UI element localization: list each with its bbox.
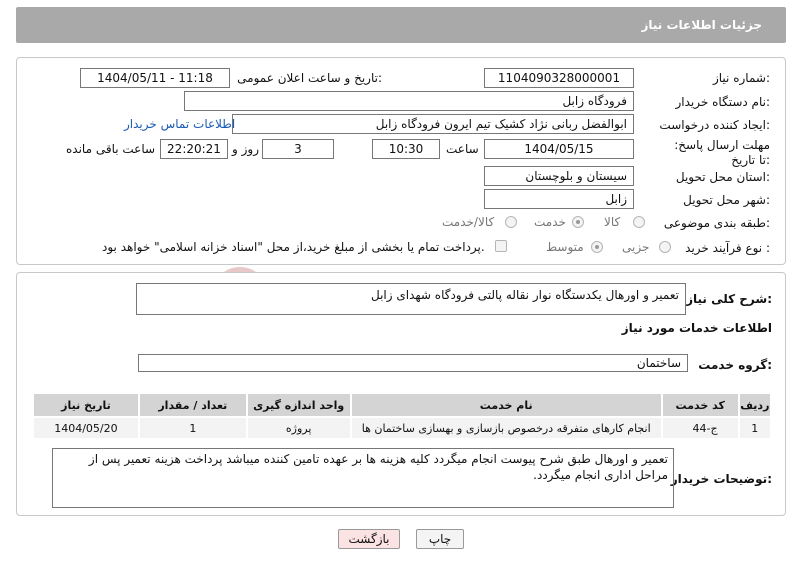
creator-label: ایجاد کننده درخواست:	[659, 118, 770, 132]
process-minor-radio[interactable]	[659, 241, 671, 253]
need-number-field: 1104090328000001	[484, 68, 634, 88]
province-field: سیستان و بلوچستان	[484, 166, 634, 186]
treasury-payment-checkbox[interactable]	[495, 240, 507, 252]
deadline-date-field: 1404/05/15	[484, 139, 634, 159]
print-button[interactable]: چاپ	[416, 529, 464, 549]
summary-label: شرح کلی نیاز:	[686, 292, 772, 306]
service-group-label: گروه خدمت:	[698, 358, 772, 372]
days-field: 3	[262, 139, 334, 159]
category-service-radio[interactable]	[572, 216, 584, 228]
city-field: زابل	[484, 189, 634, 209]
province-label: استان محل تحویل:	[675, 170, 770, 184]
cell-date: 1404/05/20	[32, 416, 140, 440]
col-date-header: تاریخ نیاز	[32, 392, 140, 418]
page-title: جزئیات اطلاعات نیاز	[641, 18, 762, 32]
announce-label: تاریخ و ساعت اعلان عمومی:	[237, 71, 382, 85]
col-row-header: ردیف	[737, 392, 773, 418]
process-medium-label: متوسط	[546, 240, 584, 254]
cell-qty: 1	[137, 416, 248, 440]
buyer-contact-link[interactable]: اطلاعات تماس خریدار	[124, 117, 235, 131]
deadline-label: مهلت ارسال پاسخ: تا تاریخ:	[674, 138, 770, 167]
cell-row: 1	[737, 416, 773, 440]
process-medium-radio[interactable]	[591, 241, 603, 253]
services-section-title: اطلاعات خدمات مورد نیاز	[621, 321, 772, 335]
col-qty-header: تعداد / مقدار	[137, 392, 248, 418]
cell-name: انجام کارهای متفرقه درخصوص بازسازی و بهس…	[349, 416, 663, 440]
services-table: ردیف کد خدمت نام خدمت واحد اندازه گیری ت…	[32, 392, 773, 440]
category-label: طبقه بندی موضوعی:	[663, 216, 770, 230]
cell-unit: پروژه	[245, 416, 352, 440]
deadline-time-field: 10:30	[372, 139, 440, 159]
remaining-time-field: 22:20:21	[160, 139, 228, 159]
col-unit-header: واحد اندازه گیری	[245, 392, 352, 418]
col-code-header: کد خدمت	[660, 392, 740, 418]
table-row: 1 ج-44 انجام کارهای متفرقه درخصوص بازساز…	[32, 416, 773, 440]
creator-field: ابوالفضل ربانی نژاد کشیک تیم ایرون فرودگ…	[232, 114, 634, 134]
category-service-label: خدمت	[534, 215, 566, 229]
category-goods-radio[interactable]	[633, 216, 645, 228]
days-label: روز و	[232, 142, 259, 156]
remaining-label: ساعت باقی مانده	[66, 142, 156, 156]
need-number-label: شماره نیاز:	[712, 71, 770, 85]
back-button[interactable]: بازگشت	[338, 529, 400, 549]
summary-field: تعمیر و اورهال یکدستگاه نوار نقاله پالتی…	[136, 283, 686, 315]
page-header: جزئیات اطلاعات نیاز	[16, 7, 786, 43]
process-label: نوع فرآیند خرید :	[685, 241, 770, 255]
category-goods-service-label: کالا/خدمت	[442, 215, 495, 229]
buyer-org-label: نام دستگاه خریدار:	[675, 95, 771, 109]
category-goods-service-radio[interactable]	[505, 216, 517, 228]
service-group-field: ساختمان	[138, 354, 688, 372]
buyer-org-field: فرودگاه زابل	[184, 91, 634, 111]
announce-field: 1404/05/11 - 11:18	[80, 68, 230, 88]
buyer-notes-label: توضیحات خریدار:	[670, 472, 772, 486]
table-header-row: ردیف کد خدمت نام خدمت واحد اندازه گیری ت…	[32, 392, 773, 418]
deadline-time-label: ساعت	[446, 142, 479, 156]
cell-code: ج-44	[660, 416, 740, 440]
treasury-payment-note: پرداخت تمام یا بخشی از مبلغ خرید،از محل …	[102, 240, 485, 254]
process-minor-label: جزیی	[622, 240, 650, 254]
buyer-notes-field: تعمیر و اورهال طبق شرح پیوست انجام میگرد…	[52, 448, 674, 508]
category-goods-label: کالا	[604, 215, 621, 229]
city-label: شهر محل تحویل:	[683, 193, 770, 207]
col-name-header: نام خدمت	[349, 392, 663, 418]
